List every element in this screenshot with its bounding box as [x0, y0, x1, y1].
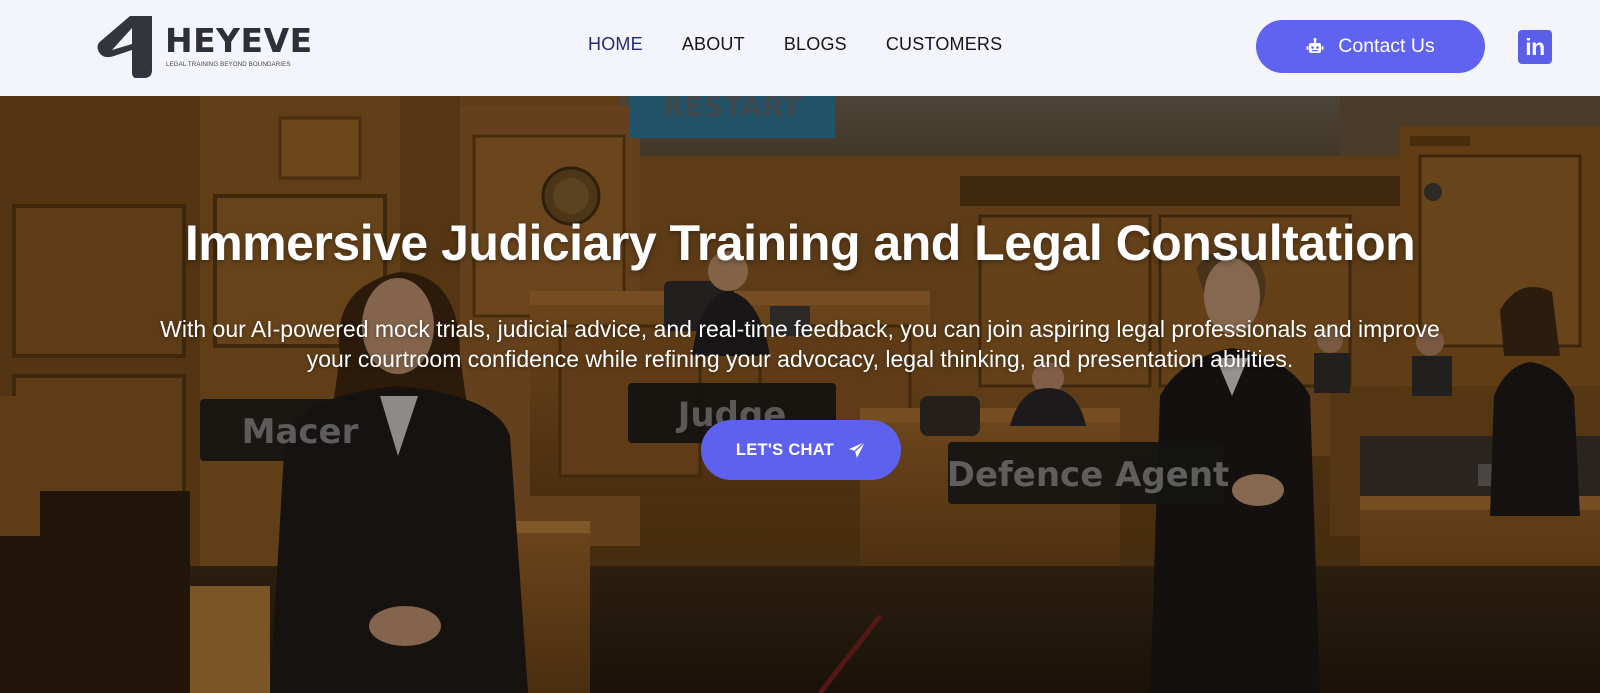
linkedin-glyph: in: [1525, 34, 1545, 60]
contact-us-label: Contact Us: [1338, 35, 1435, 57]
main-nav: HOME ABOUT BLOGS CUSTOMERS: [588, 34, 1041, 55]
hero-title: Immersive Judiciary Training and Legal C…: [184, 215, 1416, 271]
lets-chat-label: LET'S CHAT: [735, 440, 835, 459]
robot-icon: [1306, 37, 1324, 53]
nav-item-blogs[interactable]: BLOGS: [784, 34, 847, 55]
hero-subtitle-line-1: With our AI-powered mock trials, judicia…: [160, 316, 1440, 342]
paper-plane-icon: [849, 441, 866, 458]
logo-mark-icon: [97, 16, 152, 78]
contact-us-button[interactable]: Contact Us: [1256, 20, 1485, 73]
site-header: HEYEVE LEGAL TRAINING BEYOND BOUNDARIES …: [0, 0, 1600, 96]
hero-subtitle-line-2: your courtroom confidence while refining…: [306, 346, 1294, 372]
nav-item-home[interactable]: HOME: [588, 34, 643, 55]
nav-item-customers[interactable]: CUSTOMERS: [886, 34, 1002, 55]
brand-logo[interactable]: HEYEVE LEGAL TRAINING BEYOND BOUNDARIES: [96, 14, 312, 80]
hero-section: RESTART Macer Judge Defence Agent Immers…: [0, 96, 1600, 693]
linkedin-icon[interactable]: in: [1518, 30, 1552, 64]
brand-name: HEYEVE: [165, 21, 313, 60]
brand-tagline: LEGAL TRAINING BEYOND BOUNDARIES: [166, 61, 291, 68]
hero-subtitle: With our AI-powered mock trials, judicia…: [40, 314, 1560, 374]
lets-chat-button[interactable]: LET'S CHAT: [701, 420, 901, 480]
hero-overlay: [0, 96, 1600, 693]
nav-item-about[interactable]: ABOUT: [682, 34, 745, 55]
